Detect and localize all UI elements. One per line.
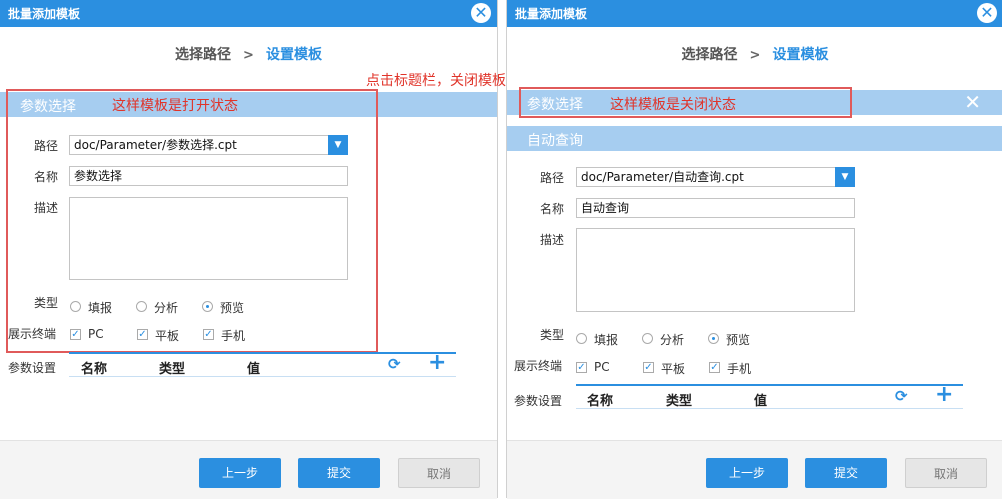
panel2-title: 自动查询 xyxy=(527,133,583,149)
step-set-template[interactable]: 设置模板 xyxy=(266,47,322,63)
checkbox-pc[interactable]: ✓ xyxy=(576,362,587,373)
column-name: 名称 xyxy=(81,362,108,377)
cancel-button[interactable]: 取消 xyxy=(398,458,480,488)
close-icon[interactable]: ✕ xyxy=(471,3,491,23)
plus-icon[interactable]: + xyxy=(935,384,953,406)
type-option-preview: 预览 xyxy=(726,333,751,347)
params-label: 参数设置 xyxy=(514,394,563,408)
dialog-title: 批量添加模板 xyxy=(8,7,81,21)
path-label: 路径 xyxy=(540,171,565,185)
path-value: doc/Parameter/自动查询.cpt xyxy=(581,170,744,184)
column-type: 类型 xyxy=(159,362,186,377)
step-select-path[interactable]: 选择路径 xyxy=(175,47,231,63)
column-name: 名称 xyxy=(587,394,614,409)
column-type: 类型 xyxy=(666,394,693,409)
cancel-button[interactable]: 取消 xyxy=(905,458,987,488)
chevron-right-icon: > xyxy=(749,48,761,63)
terminal-tablet: 平板 xyxy=(661,362,686,376)
terminal-pc: PC xyxy=(594,360,610,374)
type-option-fill: 填报 xyxy=(594,333,619,347)
params-table-header: 名称 类型 值 ⟳ + xyxy=(576,384,963,409)
x-icon[interactable]: ✕ xyxy=(964,90,981,114)
step-indicator: 选择路径 > 设置模板 xyxy=(507,44,1002,64)
type-radio-preview[interactable] xyxy=(708,333,719,344)
panel-header-autoquery[interactable]: 自动查询 xyxy=(507,126,1002,151)
refresh-icon[interactable]: ⟳ xyxy=(895,389,909,404)
prev-button[interactable]: 上一步 xyxy=(199,458,281,488)
name-label: 名称 xyxy=(540,202,565,216)
step-select-path[interactable]: 选择路径 xyxy=(682,47,738,63)
plus-icon[interactable]: + xyxy=(428,352,446,374)
type-label: 类型 xyxy=(540,328,565,342)
dialog-title: 批量添加模板 xyxy=(515,7,588,21)
type-radio-fill[interactable] xyxy=(576,333,587,344)
submit-button[interactable]: 提交 xyxy=(298,458,380,488)
type-option-analysis: 分析 xyxy=(660,333,685,347)
type-radio-analysis[interactable] xyxy=(642,333,653,344)
name-input[interactable]: 自动查询 xyxy=(576,198,855,218)
highlight-box xyxy=(519,87,852,118)
params-label: 参数设置 xyxy=(8,361,57,375)
refresh-icon[interactable]: ⟳ xyxy=(388,357,402,372)
dialog-right: 批量添加模板 ✕ 选择路径 > 设置模板 参数选择 ✕ 这样模板是关闭状态 自动查询… xyxy=(506,0,1002,499)
highlight-box xyxy=(6,89,378,353)
caret-down-icon[interactable]: ▼ xyxy=(835,167,855,187)
dialog-titlebar[interactable]: 批量添加模板 ✕ xyxy=(0,0,497,27)
close-icon[interactable]: ✕ xyxy=(977,3,997,23)
step-set-template[interactable]: 设置模板 xyxy=(772,47,828,63)
prev-button[interactable]: 上一步 xyxy=(706,458,788,488)
desc-label: 描述 xyxy=(540,233,565,247)
checkbox-phone[interactable]: ✓ xyxy=(709,362,720,373)
params-table-header: 名称 类型 值 ⟳ + xyxy=(69,352,456,377)
desc-textarea[interactable] xyxy=(576,228,855,312)
path-select[interactable]: doc/Parameter/自动查询.cpt ▼ xyxy=(576,167,855,187)
column-value: 值 xyxy=(247,362,261,377)
terminal-phone: 手机 xyxy=(727,362,752,376)
step-indicator: 选择路径 > 设置模板 xyxy=(0,44,497,64)
submit-button[interactable]: 提交 xyxy=(805,458,887,488)
dialog-footer: 上一步 提交 取消 xyxy=(507,440,1002,499)
annotation-click-titlebar: 点击标题栏，关闭模板 xyxy=(366,73,506,89)
column-value: 值 xyxy=(754,394,768,409)
dialog-titlebar[interactable]: 批量添加模板 ✕ xyxy=(507,0,1002,27)
chevron-right-icon: > xyxy=(243,48,254,63)
dialog-footer: 上一步 提交 取消 xyxy=(0,440,497,499)
name-value: 自动查询 xyxy=(581,201,630,215)
checkbox-tablet[interactable]: ✓ xyxy=(643,362,654,373)
terminal-label: 展示终端 xyxy=(514,359,563,373)
